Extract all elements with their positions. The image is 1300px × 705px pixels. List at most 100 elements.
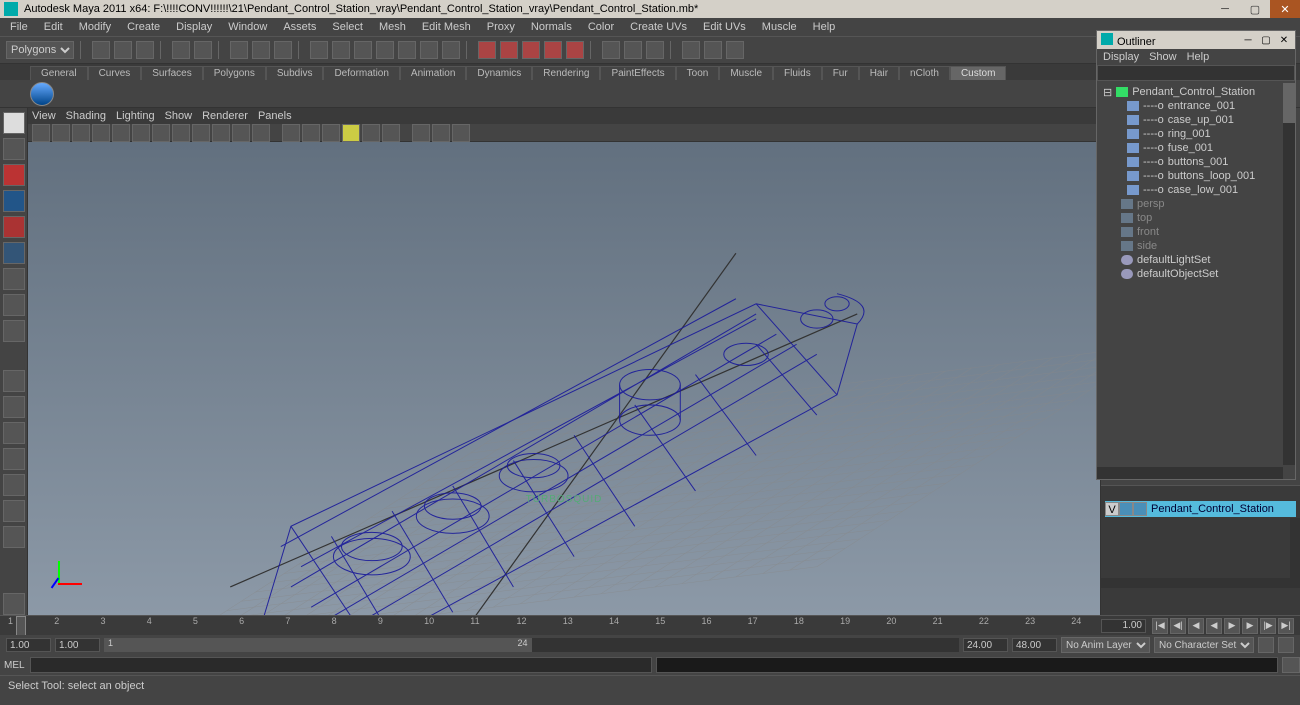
- outliner-close-button[interactable]: ✕: [1277, 33, 1291, 47]
- layer-scrollbar[interactable]: [1290, 518, 1300, 588]
- panel-menu-shading[interactable]: Shading: [66, 110, 106, 122]
- layout-four-icon[interactable]: [3, 396, 25, 418]
- shelf-tab-toon[interactable]: Toon: [676, 66, 720, 80]
- menu-edit-mesh[interactable]: Edit Mesh: [414, 19, 479, 35]
- anim-start-field[interactable]: [6, 638, 51, 652]
- vp-grease-icon[interactable]: [112, 124, 130, 142]
- vp-grid-icon[interactable]: [132, 124, 150, 142]
- move-tool-icon[interactable]: [3, 190, 25, 212]
- shelf-tab-polygons[interactable]: Polygons: [203, 66, 266, 80]
- outliner-set-node[interactable]: defaultLightSet: [1099, 253, 1293, 267]
- outliner-maximize-button[interactable]: ▢: [1259, 33, 1273, 47]
- select-tool-icon[interactable]: [3, 112, 25, 134]
- paint-select-tool-icon[interactable]: [3, 164, 25, 186]
- menu-proxy[interactable]: Proxy: [479, 19, 523, 35]
- anim-layer-select[interactable]: No Anim Layer: [1061, 637, 1150, 653]
- menu-edit[interactable]: Edit: [36, 19, 71, 35]
- shelf-tab-subdivs[interactable]: Subdivs: [266, 66, 324, 80]
- select-object-icon[interactable]: [252, 41, 270, 59]
- universal-manip-icon[interactable]: [3, 268, 25, 290]
- open-scene-icon[interactable]: [114, 41, 132, 59]
- menu-mesh[interactable]: Mesh: [371, 19, 414, 35]
- render-icon[interactable]: [478, 41, 496, 59]
- outliner-camera-node[interactable]: front: [1099, 225, 1293, 239]
- outliner-hscrollbar[interactable]: [1097, 467, 1283, 479]
- outliner-node[interactable]: ----o fuse_001: [1099, 141, 1293, 155]
- panel-menu-lighting[interactable]: Lighting: [116, 110, 155, 122]
- shelf-tab-rendering[interactable]: Rendering: [532, 66, 600, 80]
- shelf-tab-fluids[interactable]: Fluids: [773, 66, 822, 80]
- vp-bookmark-icon[interactable]: [52, 124, 70, 142]
- vp-safe-action-icon[interactable]: [232, 124, 250, 142]
- menu-normals[interactable]: Normals: [523, 19, 580, 35]
- ipr-render-icon[interactable]: [500, 41, 518, 59]
- outliner-vscrollbar[interactable]: [1283, 83, 1295, 465]
- vp-smooth-shade-icon[interactable]: [302, 124, 320, 142]
- layer-tab-display-icon[interactable]: [1105, 486, 1119, 498]
- vp-xray-icon[interactable]: [432, 124, 450, 142]
- layout-two-stack-icon[interactable]: [3, 448, 25, 470]
- panel-menu-show[interactable]: Show: [165, 110, 193, 122]
- menu-create[interactable]: Create: [119, 19, 168, 35]
- vp-safe-title-icon[interactable]: [252, 124, 270, 142]
- layer-row[interactable]: V Pendant_Control_Station: [1105, 501, 1296, 517]
- character-set-select[interactable]: No Character Set: [1154, 637, 1254, 653]
- panel-layout-icon[interactable]: [602, 41, 620, 59]
- menu-modify[interactable]: Modify: [71, 19, 119, 35]
- step-forward-button[interactable]: ▶: [1242, 618, 1258, 634]
- menu-color[interactable]: Color: [580, 19, 622, 35]
- outliner-node[interactable]: ----o buttons_001: [1099, 155, 1293, 169]
- menu-display[interactable]: Display: [168, 19, 220, 35]
- panel-four-icon[interactable]: [646, 41, 664, 59]
- outliner-root-node[interactable]: ⊟ Pendant_Control_Station: [1099, 85, 1293, 99]
- render-settings-icon[interactable]: [566, 41, 584, 59]
- menu-edit-uvs[interactable]: Edit UVs: [695, 19, 754, 35]
- outliner-camera-node[interactable]: side: [1099, 239, 1293, 253]
- go-to-end-button[interactable]: ▶|: [1278, 618, 1294, 634]
- current-time-field[interactable]: [1101, 619, 1146, 633]
- close-button[interactable]: ✕: [1270, 0, 1300, 18]
- rotate-tool-icon[interactable]: [3, 216, 25, 238]
- snap-point-icon[interactable]: [354, 41, 372, 59]
- outliner-node[interactable]: ----o case_up_001: [1099, 113, 1293, 127]
- select-hierarchy-icon[interactable]: [230, 41, 248, 59]
- tool-settings-icon[interactable]: [3, 593, 25, 615]
- shelf-tab-curves[interactable]: Curves: [88, 66, 142, 80]
- snap-curve-icon[interactable]: [332, 41, 350, 59]
- maximize-button[interactable]: ▢: [1240, 0, 1270, 18]
- render-globals-icon[interactable]: [522, 41, 540, 59]
- outliner-camera-node[interactable]: top: [1099, 211, 1293, 225]
- layer-tab-render-icon[interactable]: [1121, 486, 1135, 498]
- range-start-field[interactable]: [55, 638, 100, 652]
- anim-end-field[interactable]: [1012, 638, 1057, 652]
- layout-persp-outliner-icon[interactable]: [3, 474, 25, 496]
- shelf-tab-hair[interactable]: Hair: [859, 66, 899, 80]
- playhead[interactable]: [16, 616, 26, 636]
- shelf-tab-fur[interactable]: Fur: [822, 66, 859, 80]
- menu-file[interactable]: File: [2, 19, 36, 35]
- layer-tab-anim-icon[interactable]: [1137, 486, 1151, 498]
- vp-wireframe-icon[interactable]: [282, 124, 300, 142]
- layer-visibility-toggle[interactable]: V: [1105, 502, 1119, 516]
- outliner-menu-display[interactable]: Display: [1103, 51, 1139, 63]
- vp-textured-icon[interactable]: [322, 124, 340, 142]
- menu-create-uvs[interactable]: Create UVs: [622, 19, 695, 35]
- outliner-menu-show[interactable]: Show: [1149, 51, 1177, 63]
- shelf-tab-muscle[interactable]: Muscle: [719, 66, 773, 80]
- shelf-tab-deformation[interactable]: Deformation: [323, 66, 399, 80]
- step-back-button[interactable]: ◀: [1188, 618, 1204, 634]
- panel-single-icon[interactable]: [624, 41, 642, 59]
- autokey-toggle-icon[interactable]: [1258, 637, 1274, 653]
- shelf-custom-icon[interactable]: [30, 82, 54, 106]
- panel-menu-view[interactable]: View: [32, 110, 56, 122]
- outliner-node[interactable]: ----o buttons_loop_001: [1099, 169, 1293, 183]
- time-slider[interactable]: 123456789101112131415161718192021222324 …: [0, 615, 1300, 635]
- vp-film-gate-icon[interactable]: [152, 124, 170, 142]
- undo-icon[interactable]: [172, 41, 190, 59]
- toggle-shelf-icon[interactable]: [682, 41, 700, 59]
- step-forward-key-button[interactable]: |▶: [1260, 618, 1276, 634]
- help-icon[interactable]: [442, 41, 460, 59]
- outliner-camera-node[interactable]: persp: [1099, 197, 1293, 211]
- panel-menu-renderer[interactable]: Renderer: [202, 110, 248, 122]
- outliner-minimize-button[interactable]: ─: [1241, 33, 1255, 47]
